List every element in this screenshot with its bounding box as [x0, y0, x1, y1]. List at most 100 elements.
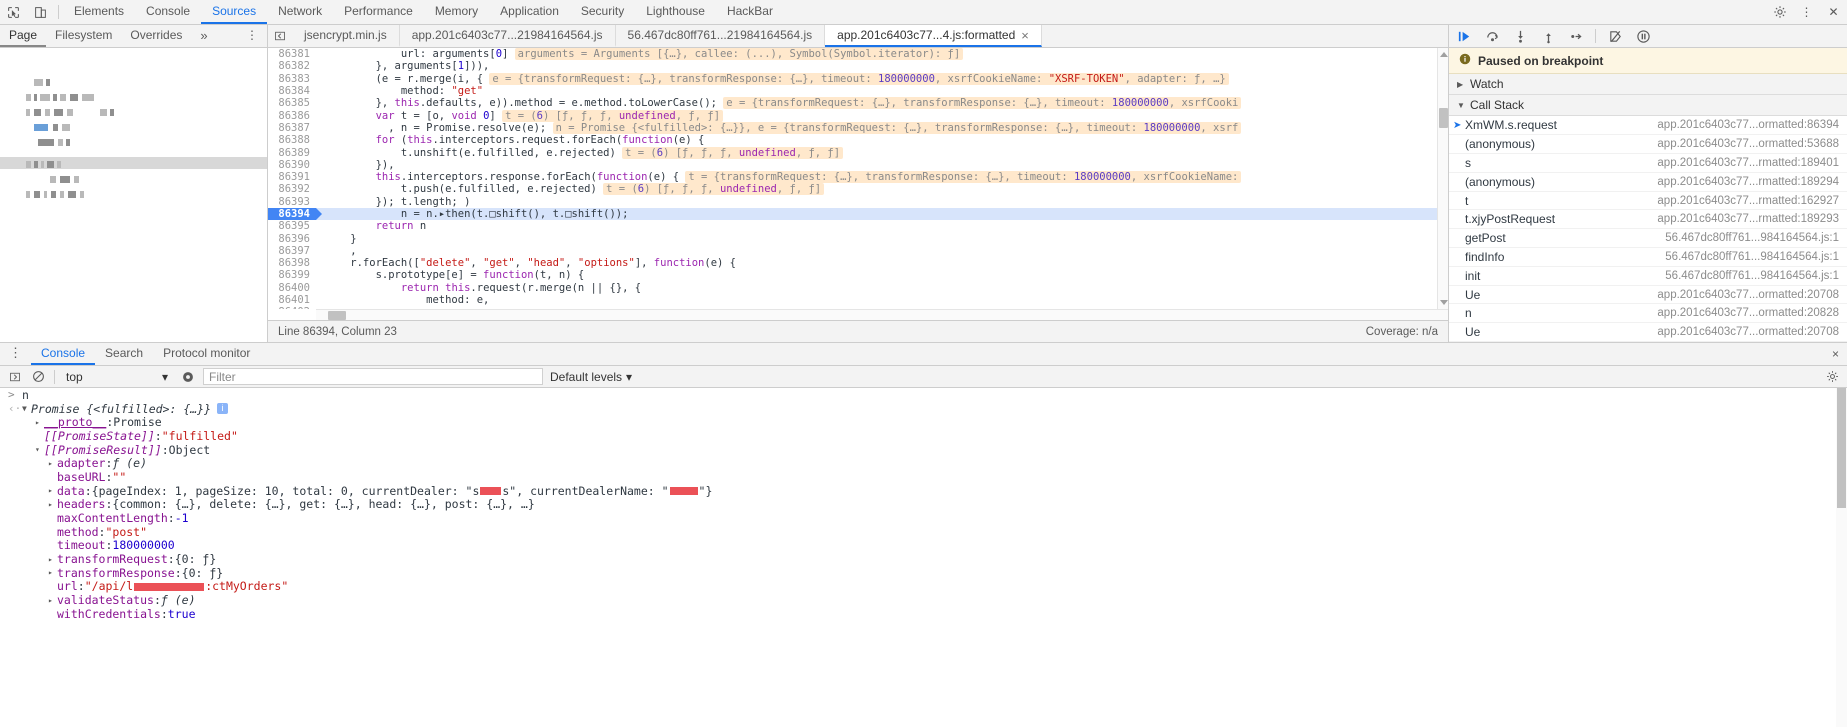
console-property-row[interactable]: method: "post" — [0, 525, 1847, 539]
tab-console[interactable]: Console — [135, 0, 201, 24]
console-property-row[interactable]: timeout: 180000000 — [0, 538, 1847, 552]
code-line[interactable]: 86397 , — [268, 244, 1437, 257]
call-stack-row[interactable]: t app.201c6403c77...rmatted:162927 — [1449, 192, 1847, 211]
console-property-row[interactable]: ▸ validateStatus: ƒ (e) — [0, 593, 1847, 607]
editor-hscroll-thumb[interactable] — [328, 311, 346, 320]
file-tab-app-formatted[interactable]: app.201c6403c77...4.js:formatted × — [825, 25, 1042, 47]
disclosure-triangle-icon[interactable]: ▸ — [48, 555, 57, 564]
line-number[interactable]: 86389 — [268, 146, 316, 159]
line-number[interactable]: 86395 — [268, 220, 316, 233]
console-settings-gear-icon[interactable] — [1824, 368, 1841, 385]
file-tab-app-js[interactable]: app.201c6403c77...21984164564.js — [400, 25, 616, 47]
line-number[interactable]: 86399 — [268, 269, 316, 282]
watch-section-header[interactable]: ▶ Watch — [1449, 74, 1847, 96]
console-property-row[interactable]: ▸ transformResponse: {0: ƒ} — [0, 566, 1847, 580]
editor-vertical-scrollbar[interactable] — [1437, 48, 1448, 309]
scroll-up-arrow-icon[interactable] — [1440, 52, 1448, 57]
console-property-row[interactable]: ▸ adapter: ƒ (e) — [0, 456, 1847, 470]
line-number[interactable]: 86385 — [268, 97, 316, 110]
console-vertical-scrollbar[interactable] — [1836, 388, 1847, 727]
disclosure-triangle-icon[interactable]: ▸ — [48, 596, 57, 605]
line-number[interactable]: 86396 — [268, 232, 316, 245]
call-stack-list[interactable]: ➤ XmWM.s.request app.201c6403c77...ormatte… — [1449, 116, 1847, 342]
resume-script-icon[interactable] — [1455, 27, 1473, 45]
line-number[interactable]: 86381 — [268, 48, 316, 61]
line-number[interactable]: 86388 — [268, 134, 316, 147]
code-line[interactable]: 86399 s.prototype[e] = function(t, n) { — [268, 269, 1437, 282]
info-badge-icon[interactable]: i — [217, 403, 229, 415]
close-icon[interactable]: × — [1021, 29, 1029, 42]
console-property-row[interactable]: ▸ data: {pageIndex: 1, pageSize: 10, tota… — [0, 484, 1847, 498]
line-number[interactable]: 86402 — [268, 306, 316, 309]
code-line[interactable]: 86387 , n = Promise.resolve(e); n = Prom… — [268, 121, 1437, 134]
drawer-tab-protocol-monitor[interactable]: Protocol monitor — [153, 343, 260, 365]
inspect-element-icon[interactable] — [0, 0, 27, 24]
line-number[interactable]: 86392 — [268, 183, 316, 196]
console-output[interactable]: > n ‹· ▼ Promise {<fulfilled>: {…}} i ▸ _… — [0, 388, 1847, 727]
step-out-icon[interactable] — [1539, 27, 1557, 45]
code-line[interactable]: 86381 url: arguments[0] arguments = Argu… — [268, 48, 1437, 61]
code-line[interactable]: 86390 }), — [268, 158, 1437, 171]
line-number[interactable]: 86384 — [268, 85, 316, 98]
call-stack-row[interactable]: init 56.467dc80ff761...984164564.js:1 — [1449, 267, 1847, 286]
code-line[interactable]: 86400 return this.request(r.merge(n || {… — [268, 281, 1437, 294]
disclosure-triangle-icon[interactable]: ▸ — [48, 568, 57, 577]
tab-sources[interactable]: Sources — [201, 0, 268, 24]
call-stack-row[interactable]: findInfo 56.467dc80ff761...984164564.js:1 — [1449, 248, 1847, 267]
call-stack-row[interactable]: Ue app.201c6403c77...ormatted:20708 — [1449, 286, 1847, 305]
tab-network[interactable]: Network — [267, 0, 333, 24]
navigator-tab-overrides[interactable]: Overrides — [121, 25, 191, 47]
line-number[interactable]: 86382 — [268, 60, 316, 73]
execution-context-select[interactable]: top ▾ — [62, 370, 172, 384]
clear-console-icon[interactable] — [30, 368, 47, 385]
code-lines-container[interactable]: 86381 url: arguments[0] arguments = Argu… — [268, 48, 1437, 309]
console-property-row[interactable]: [[PromiseState]]: "fulfilled" — [0, 429, 1847, 443]
console-property-row[interactable]: ▸ transformRequest: {0: ƒ} — [0, 552, 1847, 566]
step-over-icon[interactable] — [1483, 27, 1501, 45]
code-line[interactable]: 86393 }); t.length; ) — [268, 195, 1437, 208]
drawer-tab-console[interactable]: Console — [31, 343, 96, 365]
code-line[interactable]: 86395 return n — [268, 220, 1437, 233]
disclosure-triangle-icon[interactable]: ▾ — [35, 445, 44, 454]
code-line-breakpoint[interactable]: 86394 n = n.▸then(t.□shift(), t.□shift()… — [268, 207, 1437, 221]
code-line[interactable]: 86392 t.push(e.fulfilled, e.rejected) t … — [268, 183, 1437, 196]
call-stack-row[interactable]: t.xjyPostRequest app.201c6403c77...rmatte… — [1449, 210, 1847, 230]
call-stack-row[interactable]: s app.201c6403c77...rmatted:189401 — [1449, 154, 1847, 173]
editor-horizontal-scrollbar[interactable] — [316, 309, 1448, 320]
console-property-row[interactable]: ▸ __proto__: Promise — [0, 415, 1847, 429]
line-number[interactable]: 86393 — [268, 195, 316, 208]
code-editor[interactable]: 86381 url: arguments[0] arguments = Argu… — [268, 48, 1448, 309]
show-navigator-icon[interactable] — [268, 25, 292, 47]
editor-scroll-thumb[interactable] — [1439, 108, 1448, 128]
line-number[interactable]: 86397 — [268, 244, 316, 257]
deactivate-breakpoints-icon[interactable] — [1606, 27, 1624, 45]
code-line[interactable]: 86385 }, this.defaults, e)).method = e.m… — [268, 97, 1437, 110]
tab-elements[interactable]: Elements — [63, 0, 135, 24]
code-line[interactable]: 86396 } — [268, 232, 1437, 245]
navigator-file-tree[interactable] — [0, 48, 267, 342]
console-property-row[interactable]: ▾ [[PromiseResult]]: Object — [0, 443, 1847, 457]
call-stack-row[interactable]: Ue app.201c6403c77...ormatted:20708 — [1449, 323, 1847, 342]
file-tab-jsencrypt[interactable]: jsencrypt.min.js — [292, 25, 400, 47]
line-number[interactable]: 86391 — [268, 171, 316, 184]
console-property-row[interactable]: url: "/api/l:ctMyOrders" — [0, 579, 1847, 593]
pause-on-exceptions-icon[interactable] — [1634, 27, 1652, 45]
more-options-icon[interactable]: ⋮ — [1793, 5, 1820, 19]
scroll-down-arrow-icon[interactable] — [1440, 300, 1448, 305]
close-devtools-icon[interactable]: ✕ — [1820, 5, 1847, 19]
line-number[interactable]: 86398 — [268, 257, 316, 270]
console-result-header-line[interactable]: ‹· ▼ Promise {<fulfilled>: {…}} i — [0, 402, 1847, 416]
file-tab-56-js[interactable]: 56.467dc80ff761...21984164564.js — [616, 25, 826, 47]
line-number[interactable]: 86383 — [268, 72, 316, 85]
navigator-tab-filesystem[interactable]: Filesystem — [46, 25, 121, 47]
console-scroll-thumb[interactable] — [1837, 388, 1846, 508]
console-filter-input[interactable]: Filter — [203, 368, 543, 385]
line-number[interactable]: 86387 — [268, 121, 316, 134]
disclosure-triangle-icon[interactable]: ▸ — [35, 418, 44, 427]
console-property-row[interactable]: maxContentLength: -1 — [0, 511, 1847, 525]
chevron-down-icon[interactable]: ▼ — [22, 404, 31, 413]
code-line[interactable]: 86382 }, arguments[1])), — [268, 60, 1437, 73]
disclosure-triangle-icon[interactable]: ▸ — [48, 486, 57, 495]
tab-memory[interactable]: Memory — [424, 0, 489, 24]
code-line[interactable]: 86391 this.interceptors.response.forEach… — [268, 171, 1437, 184]
